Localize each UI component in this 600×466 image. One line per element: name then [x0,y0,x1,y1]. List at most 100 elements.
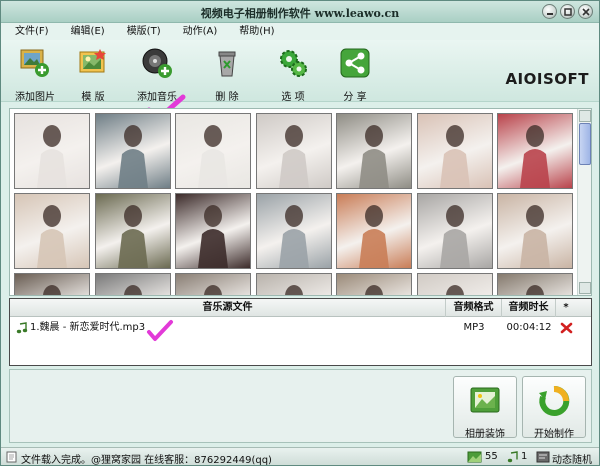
photo-thumbnail[interactable] [14,113,90,189]
menu-bar: 文件(F) 编辑(E) 模版(T) 动作(A) 帮助(H) [1,23,599,40]
photo-figure [278,125,309,188]
photo-figure [520,125,550,188]
remove-music-icon[interactable] [560,322,573,334]
photo-thumbnail[interactable] [497,193,573,269]
options-button[interactable]: 选 项 [265,46,321,103]
window-title: 视频电子相册制作软件 www.leawo.cn [200,7,400,20]
transition-mode-icon [536,451,550,463]
photo-thumbnail[interactable] [416,193,493,269]
menu-template[interactable]: 模版(T) [127,23,161,40]
close-button[interactable] [578,4,593,19]
action-panel: 相册装饰 开始制作 [9,369,592,443]
minimize-button[interactable] [542,4,557,19]
header-audio-duration[interactable]: 音频时长 [502,299,556,317]
photo-figure [123,285,142,295]
scrollbar-thumb[interactable] [579,123,591,165]
photo-figure [520,205,550,268]
photo-thumbnail[interactable] [255,113,332,189]
add-photo-button[interactable]: 添加图片 [7,46,63,103]
photo-figure [439,205,470,268]
header-audio-format[interactable]: 音频格式 [446,299,502,317]
start-refresh-icon [539,385,570,416]
start-making-button[interactable]: 开始制作 [522,376,586,440]
album-decorate-button[interactable]: 相册装饰 [453,376,517,440]
photo-thumbnail[interactable] [497,273,573,295]
photo-figure [117,125,148,188]
music-note-icon [16,322,28,334]
add-photo-label: 添加图片 [15,92,55,103]
photo-thumbnail[interactable] [175,193,251,269]
status-bar: 文件载入完成。@狸窝家园 在线客服：876292449(qq) 55 1 动态随… [1,447,599,465]
menu-help[interactable]: 帮助(H) [239,23,274,40]
transition-mode: 动态随机 [552,455,592,466]
document-icon [6,451,17,463]
photo-figure [37,205,67,268]
photo-thumbnail[interactable] [336,113,412,189]
share-button[interactable]: 分 享 [327,46,383,103]
music-file-name: 1.魏晨 - 新恋爱时代.mp3 [30,322,146,333]
photo-thumbnail[interactable] [336,273,412,295]
album-decorate-icon [470,387,500,413]
header-music-file[interactable]: 音乐源文件 [10,299,446,317]
photo-thumbnail[interactable] [416,113,493,189]
close-icon [582,8,590,16]
photo-figure [439,125,470,188]
photo-thumbnail[interactable] [175,113,251,189]
photo-figure [278,205,309,268]
photo-figure [204,285,222,295]
template-button[interactable]: 模 版 [65,46,121,103]
scroll-up-arrow-icon[interactable] [579,110,591,122]
menu-edit[interactable]: 编辑(E) [71,23,105,40]
photo-figure [359,125,389,188]
music-format: MP3 [463,322,485,333]
delete-button[interactable]: 删 除 [199,46,255,103]
photo-thumbnail[interactable] [255,273,332,295]
share-label: 分 享 [343,92,367,103]
photo-thumbnail[interactable] [94,193,171,269]
photo-thumbnail[interactable] [336,193,412,269]
minimize-icon [547,13,553,15]
title-bar: 视频电子相册制作软件 www.leawo.cn [1,1,599,23]
start-making-label: 开始制作 [534,429,574,440]
photo-thumbnail[interactable] [416,273,493,295]
header-star: * [563,302,569,313]
photo-figure [37,125,67,188]
photo-figure [198,125,228,188]
maximize-button[interactable] [560,4,575,19]
menu-action[interactable]: 动作(A) [183,23,218,40]
photo-thumbnail-grid [9,108,592,296]
menu-file[interactable]: 文件(F) [15,23,49,40]
share-icon [340,48,370,78]
photo-thumbnail[interactable] [94,273,171,295]
photo-thumbnail[interactable] [14,193,90,269]
music-count: 1 [521,451,528,462]
template-icon [79,49,106,73]
toolbar: 添加图片 模 版 添加音乐 删 除 选 项 分 享 AIOISOFT [1,40,599,103]
delete-label: 删 除 [215,92,239,103]
photo-figure [359,205,389,268]
photo-thumbnail[interactable] [497,113,573,189]
music-duration: 00:04:12 [506,322,552,333]
maximize-icon [564,8,572,16]
photo-thumbnail[interactable] [255,193,332,269]
scroll-down-arrow-icon[interactable] [579,282,591,294]
music-row[interactable]: 1.魏晨 - 新恋爱时代.mp3 MP3 00:04:12 [10,319,591,337]
photo-figure [526,285,544,295]
window-controls [542,4,593,19]
thumbnail-scrollbar[interactable] [577,109,591,295]
photo-figure [117,205,148,268]
brand-logo: AIOISOFT [505,70,589,88]
photo-figure [43,285,61,295]
add-photo-icon [20,49,49,77]
status-message: 文件载入完成。@狸窝家园 在线客服：876292449(qq) [21,455,272,466]
photo-count-icon [467,451,482,463]
annotation-check-icon [147,320,173,341]
options-label: 选 项 [281,92,305,103]
photo-figure [365,285,383,295]
photo-thumbnail[interactable] [94,113,171,189]
photo-thumbnail[interactable] [14,273,90,295]
photo-thumbnail[interactable] [175,273,251,295]
music-table: 音乐源文件 音频格式 音频时长 * 1.魏晨 - 新恋爱时代.mp3 MP3 0… [9,298,592,366]
album-decorate-label: 相册装饰 [465,429,505,440]
photo-figure [284,285,303,295]
